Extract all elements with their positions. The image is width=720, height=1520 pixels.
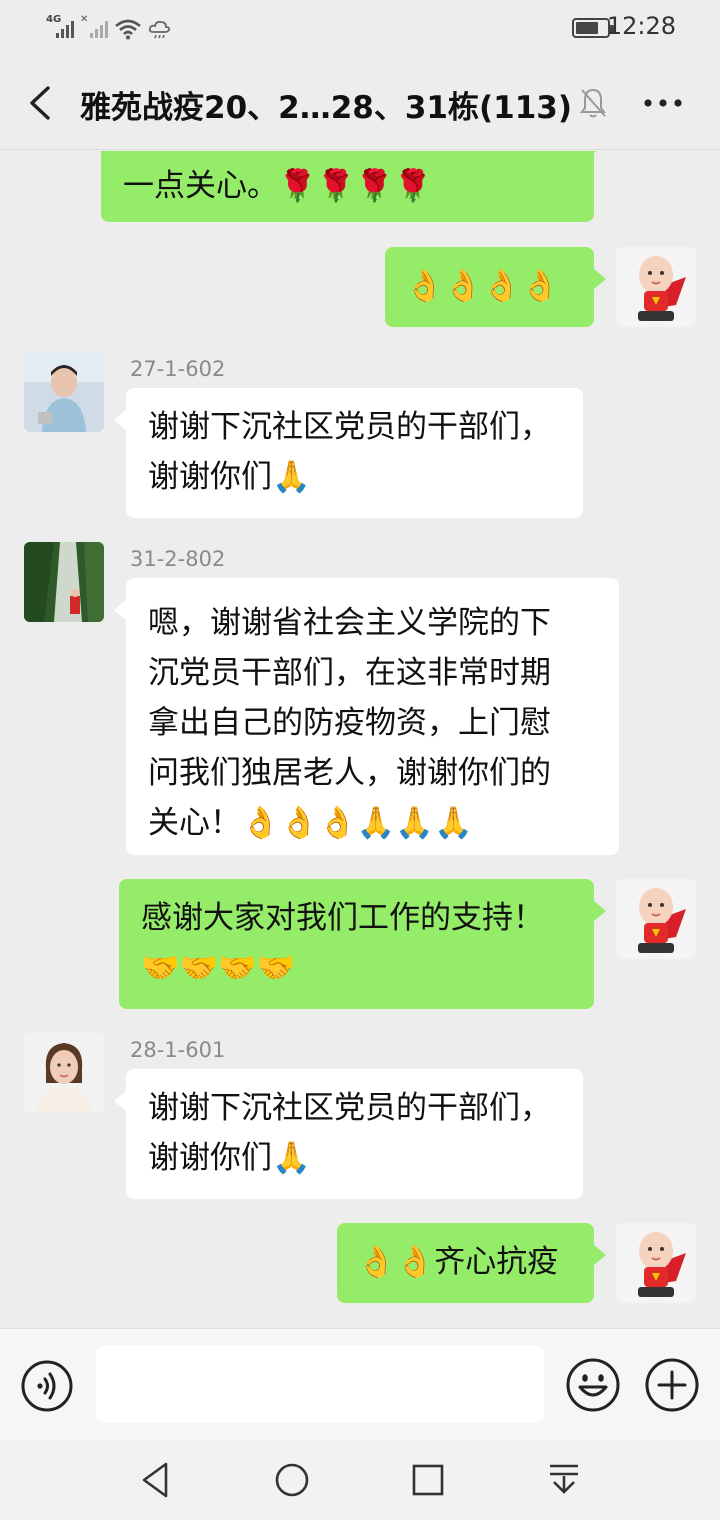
status-time: 12:28 bbox=[606, 12, 676, 40]
system-nav-bar bbox=[0, 1440, 720, 1520]
message-line: 👌👌齐心抗疫 bbox=[357, 1244, 559, 1280]
nav-home-icon[interactable] bbox=[270, 1458, 314, 1502]
signal-icon: 4G bbox=[46, 14, 74, 40]
chat-message-list[interactable]: 一点关心。🌹🌹🌹🌹 👌👌👌👌 27-1-602 谢谢下沉社区党员的干部们， 谢谢… bbox=[0, 151, 720, 1328]
message-input-bar bbox=[0, 1328, 720, 1440]
message-line: 👌👌👌👌 bbox=[405, 268, 560, 304]
more-dots-icon[interactable] bbox=[640, 86, 686, 120]
wifi-icon bbox=[115, 19, 141, 40]
message-line: 嗯，谢谢省社会主义学院的下 bbox=[148, 605, 551, 641]
message-bubble-incoming[interactable]: 嗯，谢谢省社会主义学院的下 沉党员干部们，在这非常时期 拿出自己的防疫物资，上门… bbox=[114, 578, 619, 855]
message-line: 谢谢你们🙏 bbox=[148, 459, 311, 495]
back-arrow-icon[interactable] bbox=[22, 80, 62, 126]
girl-photo-avatar[interactable] bbox=[24, 352, 104, 432]
message-bubble-incoming[interactable]: 谢谢下沉社区党员的干部们， 谢谢你们🙏 bbox=[114, 388, 583, 518]
signal-no-sim-icon: ✕ bbox=[80, 14, 108, 40]
emoji-icon[interactable] bbox=[565, 1357, 621, 1413]
message-input[interactable] bbox=[96, 1345, 544, 1423]
nav-back-icon[interactable] bbox=[134, 1458, 178, 1502]
voice-icon[interactable] bbox=[20, 1359, 74, 1413]
chat-title: 雅苑战疫20、2…28、31栋(113) bbox=[80, 90, 573, 126]
battery-icon bbox=[572, 18, 614, 38]
message-line: 问我们独居老人，谢谢你们的 bbox=[148, 755, 551, 791]
message-bubble-outgoing[interactable]: 👌👌👌👌 bbox=[385, 247, 606, 327]
sender-nickname: 27-1-602 bbox=[130, 357, 226, 381]
superhero-baby-avatar[interactable] bbox=[616, 879, 696, 959]
superhero-baby-avatar[interactable] bbox=[616, 247, 696, 327]
chat-header: 雅苑战疫20、2…28、31栋(113) bbox=[0, 56, 720, 150]
waterfall-photo-avatar[interactable] bbox=[24, 542, 104, 622]
message-line: 一点关心。🌹🌹🌹🌹 bbox=[123, 168, 433, 204]
nav-notification-icon[interactable] bbox=[542, 1458, 586, 1502]
message-line: 关心！👌👌👌🙏🙏🙏 bbox=[148, 805, 473, 841]
weather-icon bbox=[148, 20, 171, 39]
message-line: 谢谢你们🙏 bbox=[148, 1140, 311, 1176]
message-line: 谢谢下沉社区党员的干部们， bbox=[148, 1090, 551, 1126]
message-bubble-incoming[interactable]: 谢谢下沉社区党员的干部们， 谢谢你们🙏 bbox=[114, 1069, 583, 1199]
message-bubble-outgoing[interactable]: 感谢大家对我们工作的支持！ 🤝🤝🤝🤝 bbox=[119, 879, 606, 1009]
sender-nickname: 31-2-802 bbox=[130, 547, 226, 571]
message-line: 沉党员干部们，在这非常时期 bbox=[148, 655, 551, 691]
mute-bell-icon bbox=[580, 88, 606, 118]
message-line: 🤝🤝🤝🤝 bbox=[141, 950, 296, 986]
message-bubble-outgoing[interactable]: 👌👌齐心抗疫 bbox=[337, 1223, 606, 1303]
message-bubble-outgoing[interactable]: 一点关心。🌹🌹🌹🌹 bbox=[101, 151, 606, 222]
status-bar: 4G ✕ 12:28 bbox=[0, 0, 720, 56]
message-line: 拿出自己的防疫物资，上门慰 bbox=[148, 705, 551, 741]
sender-nickname: 28-1-601 bbox=[130, 1038, 226, 1062]
message-line: 感谢大家对我们工作的支持！ bbox=[141, 900, 544, 936]
status-icons: 4G ✕ bbox=[46, 14, 172, 40]
nav-recents-icon[interactable] bbox=[406, 1458, 450, 1502]
plus-icon[interactable] bbox=[644, 1357, 700, 1413]
superhero-baby-avatar[interactable] bbox=[616, 1223, 696, 1303]
message-line: 谢谢下沉社区党员的干部们， bbox=[148, 409, 551, 445]
woman-portrait-avatar[interactable] bbox=[24, 1033, 104, 1113]
